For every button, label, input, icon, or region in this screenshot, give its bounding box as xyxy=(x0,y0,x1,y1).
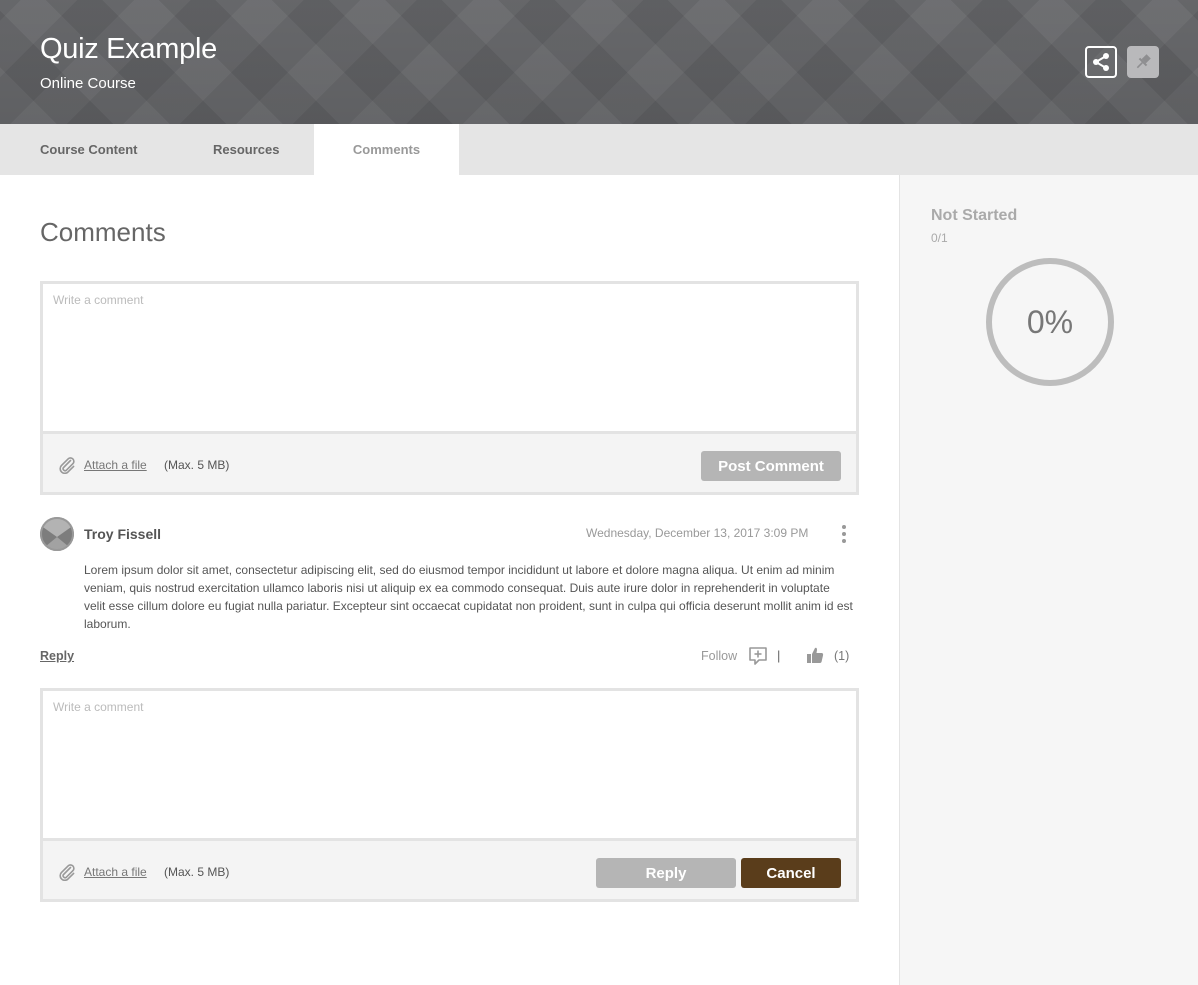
status-count: 0/1 xyxy=(931,231,948,245)
more-options-icon[interactable] xyxy=(839,524,849,544)
reply-input[interactable] xyxy=(43,691,856,841)
avatar xyxy=(40,517,74,551)
attach-max-size: (Max. 5 MB) xyxy=(164,458,230,472)
reply-composer-footer: Attach a file (Max. 5 MB) Reply Cancel xyxy=(43,844,856,899)
attach-max-size: (Max. 5 MB) xyxy=(164,865,230,879)
tab-bar: Course Content Resources Comments xyxy=(0,124,1198,175)
comment-composer: Attach a file (Max. 5 MB) Post Comment xyxy=(40,281,859,495)
course-header: Quiz Example Online Course xyxy=(0,0,1198,124)
reply-link[interactable]: Reply xyxy=(40,649,74,663)
follow-link[interactable]: Follow xyxy=(701,649,737,663)
paperclip-icon xyxy=(59,864,75,881)
reply-composer: Attach a file (Max. 5 MB) Reply Cancel xyxy=(40,688,859,902)
share-icon xyxy=(1093,53,1109,71)
reply-button[interactable]: Reply xyxy=(596,858,736,888)
tab-resources[interactable]: Resources xyxy=(213,124,279,175)
page-title: Comments xyxy=(40,217,166,247)
progress-sidebar: Not Started 0/1 0% xyxy=(899,175,1198,985)
share-button[interactable] xyxy=(1085,46,1117,78)
attach-file-link[interactable]: Attach a file xyxy=(84,458,147,472)
cancel-button[interactable]: Cancel xyxy=(741,858,841,888)
separator: | xyxy=(777,648,781,663)
paperclip-icon xyxy=(59,457,75,474)
follow-comment-icon[interactable] xyxy=(748,646,768,666)
composer-footer: Attach a file (Max. 5 MB) Post Comment xyxy=(43,437,856,492)
comment-input[interactable] xyxy=(43,284,856,434)
comment-author: Troy Fissell xyxy=(84,526,162,542)
like-count: (1) xyxy=(834,649,850,663)
pin-icon xyxy=(1136,54,1151,69)
comment-timestamp: Wednesday, December 13, 2017 3:09 PM xyxy=(586,526,809,540)
progress-percent: 0% xyxy=(1026,303,1074,340)
tab-comments[interactable]: Comments xyxy=(314,124,459,175)
tab-course-content[interactable]: Course Content xyxy=(40,124,138,175)
course-title: Quiz Example xyxy=(40,33,217,65)
post-comment-button[interactable]: Post Comment xyxy=(701,451,841,481)
status-title: Not Started xyxy=(931,207,1018,224)
thumbs-up-icon[interactable] xyxy=(806,646,824,664)
attach-file-link[interactable]: Attach a file xyxy=(84,865,147,879)
comment-body: Lorem ipsum dolor sit amet, consectetur … xyxy=(84,563,853,631)
course-subtitle: Online Course xyxy=(40,75,136,92)
pin-button[interactable] xyxy=(1127,46,1159,78)
